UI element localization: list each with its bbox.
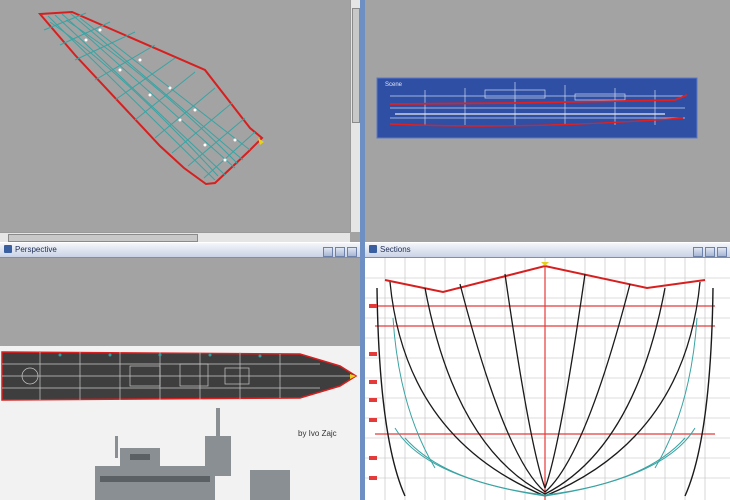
photo-caption: by Ivo Zajc xyxy=(298,429,337,438)
scrollbar-thumb[interactable] xyxy=(8,234,198,242)
title-bar-label: Sections xyxy=(369,244,411,256)
plan-view-and-photo: by Ivo Zajc xyxy=(0,346,360,500)
minimize-button[interactable] xyxy=(693,247,703,257)
scrollbar-thumb[interactable] xyxy=(352,8,360,123)
close-button[interactable] xyxy=(717,247,727,257)
viewport-bottom-left[interactable]: by Ivo Zajc xyxy=(0,258,360,500)
title-bar-sections[interactable]: Sections xyxy=(365,242,730,258)
viewport-label: Scene xyxy=(385,82,403,88)
vertical-scrollbar[interactable] xyxy=(350,0,360,232)
close-button[interactable] xyxy=(347,247,357,257)
title-bar-label: Perspective xyxy=(4,244,57,256)
viewport-icon xyxy=(369,245,377,253)
viewport-icon xyxy=(4,245,12,253)
side-elevation-blueprint: Scene xyxy=(376,77,698,139)
viewport-top-right[interactable]: Scene xyxy=(365,0,730,242)
horizontal-scrollbar[interactable] xyxy=(0,232,350,242)
body-plan-sections xyxy=(365,258,730,500)
maximize-button[interactable] xyxy=(335,247,345,257)
viewport-top-left[interactable] xyxy=(0,0,360,242)
hull-wireframe-3d xyxy=(37,10,264,186)
title-bar-perspective[interactable]: Perspective xyxy=(0,242,360,258)
minimize-button[interactable] xyxy=(323,247,333,257)
viewport-bottom-right[interactable] xyxy=(365,258,730,500)
maximize-button[interactable] xyxy=(705,247,715,257)
